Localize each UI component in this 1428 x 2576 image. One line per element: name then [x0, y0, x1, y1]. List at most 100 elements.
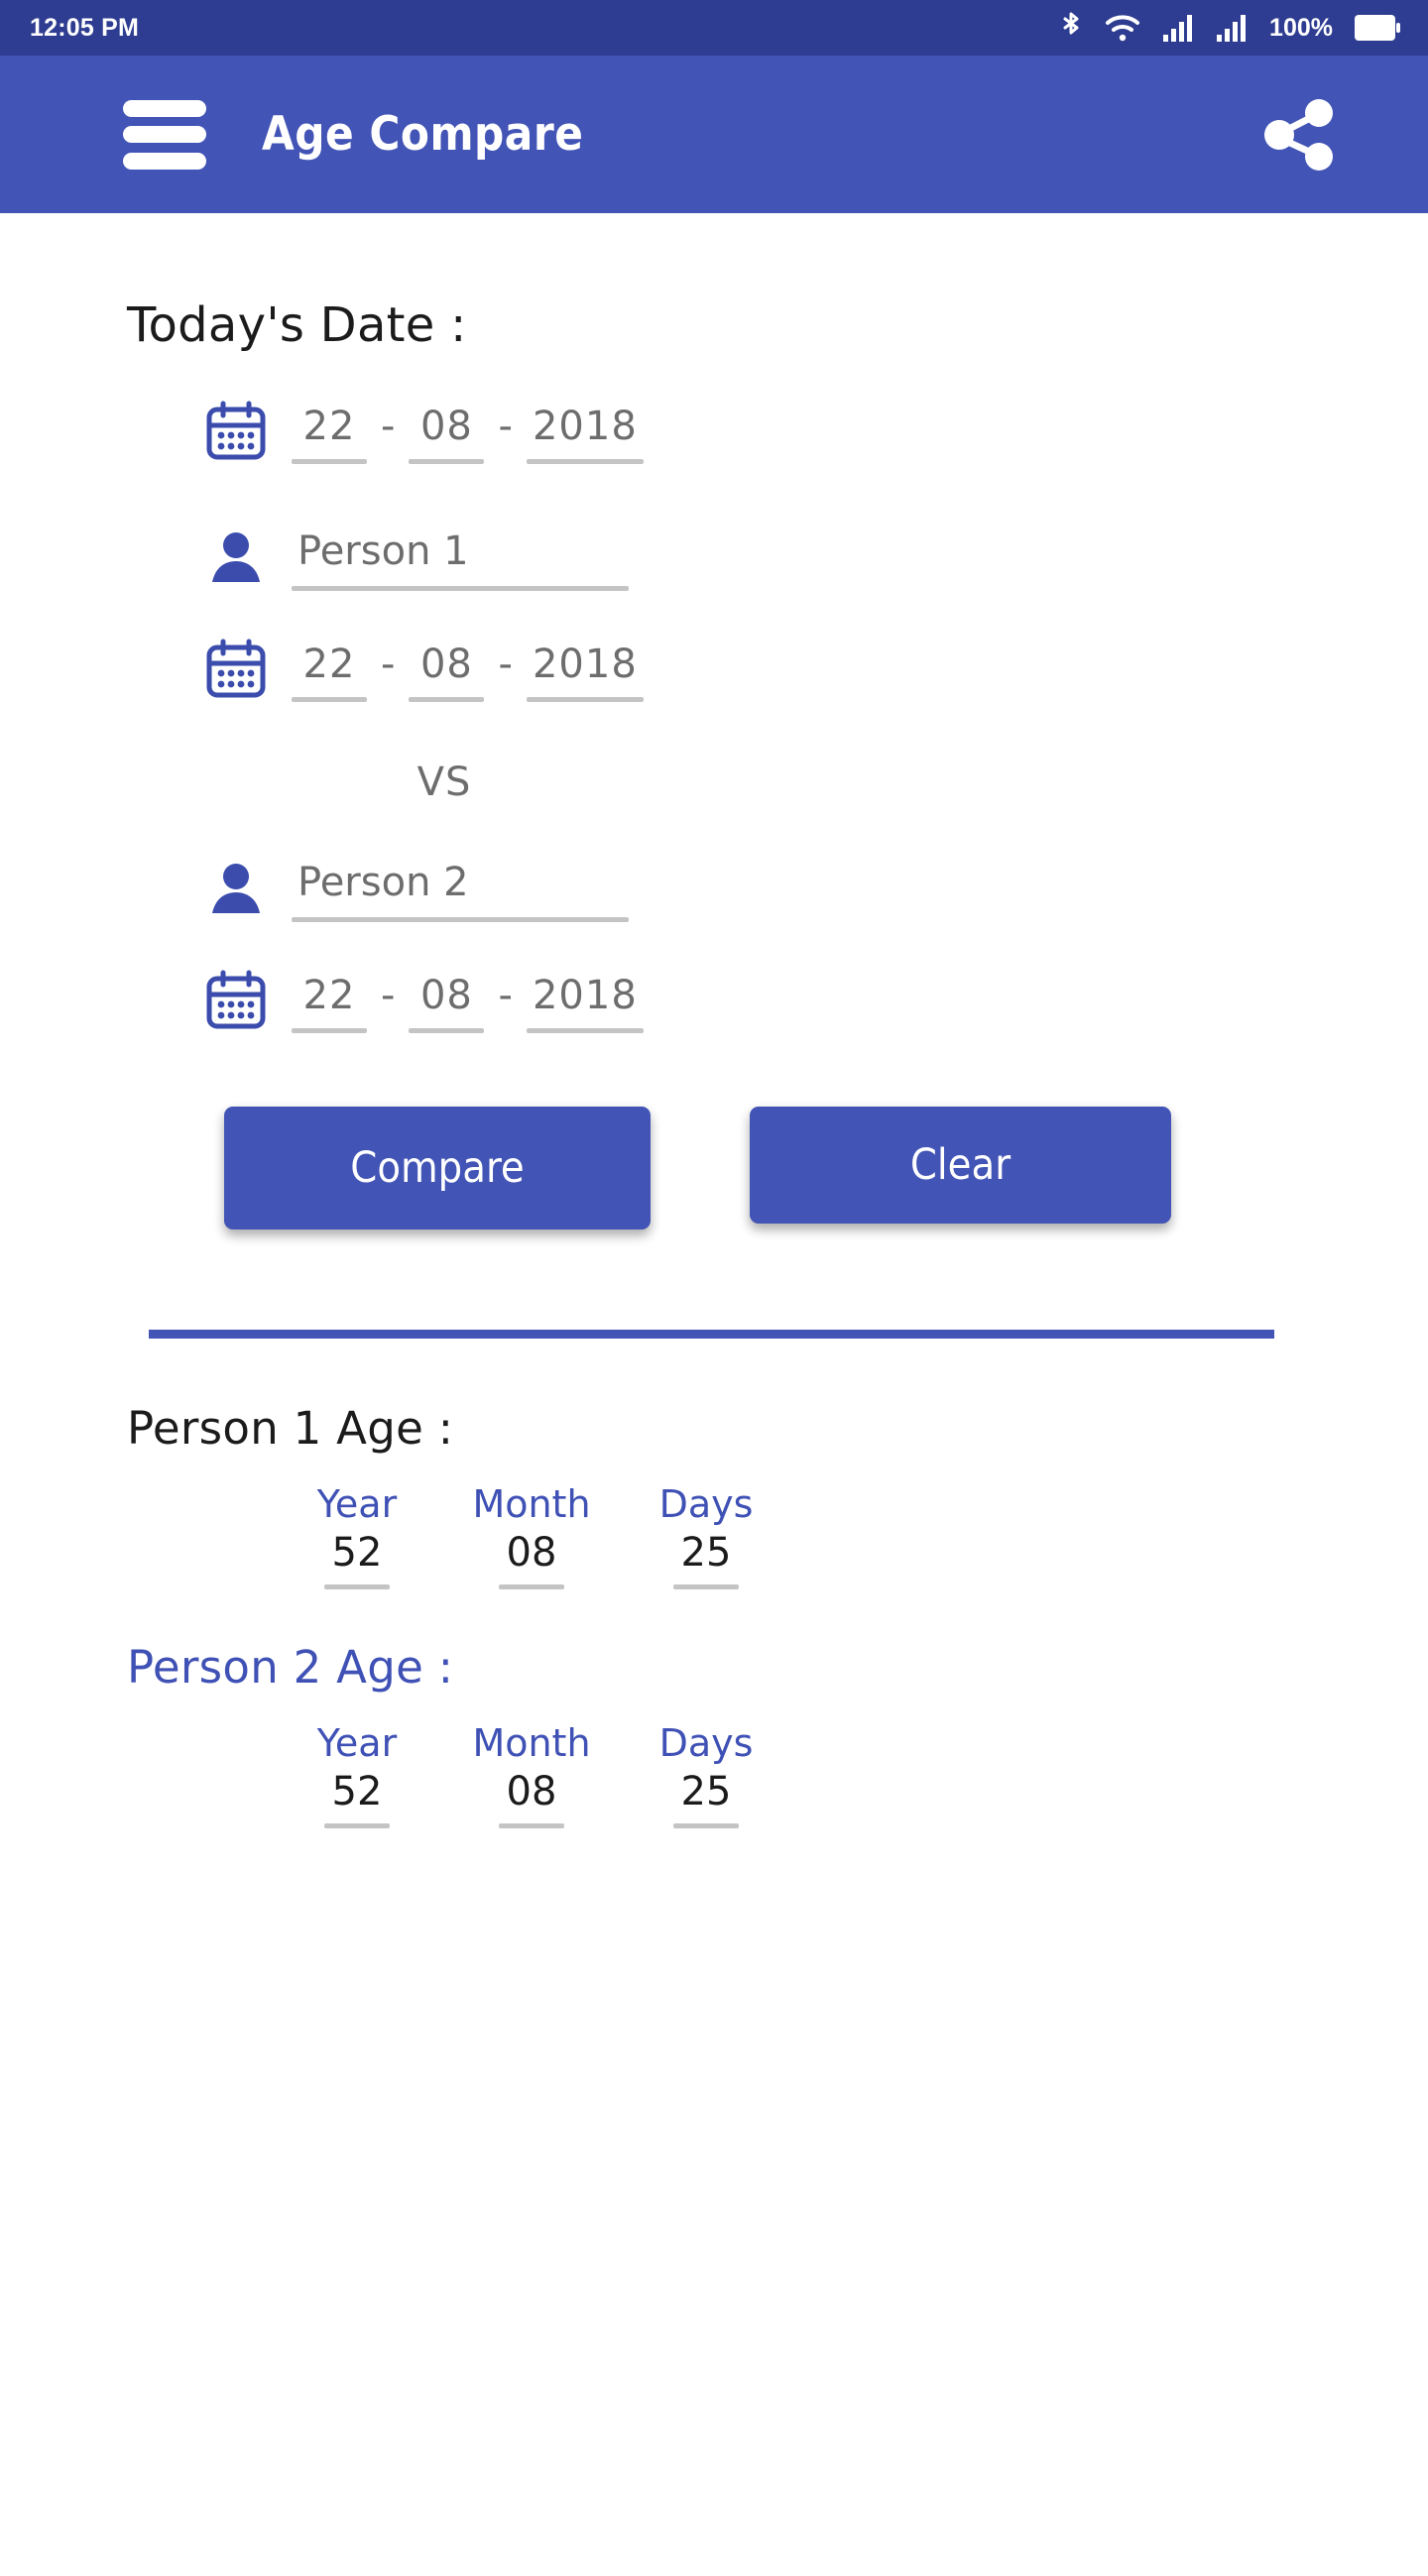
month-header: Month: [472, 1721, 591, 1765]
person1-age-days-column: Days 25: [619, 1481, 793, 1589]
days-header: Days: [658, 1721, 754, 1765]
person1-date-row: 22 - 08 - 2018: [0, 635, 1428, 702]
field-underline: [409, 459, 485, 464]
hamburger-menu-icon[interactable]: [123, 99, 206, 170]
person2-age-grid: Year 52 Month 08 Days 25: [270, 1720, 1428, 1828]
date-separator: -: [498, 642, 513, 687]
today-year-field[interactable]: 2018: [526, 403, 644, 464]
days-header: Days: [658, 1482, 754, 1526]
action-buttons: Compare Clear: [224, 1107, 1428, 1229]
wifi-icon: [1106, 15, 1140, 42]
person2-name-placeholder: Person 2: [298, 860, 469, 905]
clear-button[interactable]: Clear: [750, 1107, 1171, 1224]
person1-age-grid: Year 52 Month 08 Days 25: [270, 1481, 1428, 1589]
person1-month-value: 08: [419, 642, 473, 687]
field-underline: [673, 1584, 739, 1589]
hamburger-bar: [123, 99, 206, 117]
today-day-value: 22: [302, 404, 356, 449]
calendar-icon[interactable]: [202, 635, 270, 702]
person2-day-value: 22: [302, 973, 356, 1018]
today-month-value: 08: [419, 404, 473, 449]
today-year-value: 2018: [532, 404, 638, 449]
person1-age-year-column: Year 52: [270, 1481, 444, 1589]
person1-year-field[interactable]: 2018: [526, 641, 644, 702]
field-underline: [526, 459, 644, 464]
todays-date-row: 22 - 08 - 2018: [0, 397, 1428, 464]
date-separator: -: [498, 973, 513, 1018]
section-divider: [149, 1330, 1274, 1339]
app-bar: Age Compare: [0, 56, 1428, 213]
battery-percent-label: 100%: [1269, 13, 1333, 42]
person1-age-month-value: 08: [506, 1530, 557, 1576]
today-day-field[interactable]: 22: [292, 403, 367, 464]
person1-month-field[interactable]: 08: [409, 641, 485, 702]
field-underline: [292, 697, 367, 702]
signal-icon-2: [1217, 15, 1247, 42]
person2-day-field[interactable]: 22: [292, 972, 367, 1033]
field-underline: [292, 1028, 367, 1033]
share-icon[interactable]: [1257, 93, 1341, 176]
person1-name-row: Person 1: [0, 524, 1428, 591]
status-bar-icons: 100%: [1059, 11, 1400, 45]
main-content: Today's Date : 22 - 08 - 2018 Person 1 2…: [0, 213, 1428, 1828]
date-separator: -: [498, 404, 513, 449]
person1-age-month-column: Month 08: [444, 1481, 619, 1589]
person1-age-year-value: 52: [331, 1530, 383, 1576]
status-bar: 12:05 PM 100%: [0, 0, 1428, 56]
app-screen: 12:05 PM 100% Age Compare Today's Date:…: [0, 0, 1428, 2576]
field-underline: [292, 917, 629, 922]
signal-icon-1: [1163, 15, 1193, 42]
person-icon: [202, 855, 270, 922]
person2-age-title: Person 2 Age :: [127, 1641, 454, 1694]
field-underline: [526, 1028, 644, 1033]
person2-name-input[interactable]: Person 2: [292, 858, 629, 922]
field-underline: [499, 1823, 564, 1828]
todays-date-fields: 22 - 08 - 2018: [292, 403, 644, 464]
field-underline: [409, 697, 485, 702]
field-underline: [324, 1584, 390, 1589]
calendar-icon[interactable]: [202, 966, 270, 1033]
hamburger-bar: [123, 152, 206, 170]
person2-age-month-column: Month 08: [444, 1720, 619, 1828]
person1-name-placeholder: Person 1: [298, 528, 469, 574]
person2-month-value: 08: [419, 973, 473, 1018]
field-underline: [292, 459, 367, 464]
calendar-icon[interactable]: [202, 397, 270, 464]
field-underline: [499, 1584, 564, 1589]
date-separator: -: [381, 404, 396, 449]
person2-age-days-value: 25: [680, 1769, 732, 1815]
person2-age-year-column: Year 52: [270, 1720, 444, 1828]
versus-label: VS: [416, 760, 472, 805]
person2-month-field[interactable]: 08: [409, 972, 485, 1033]
person1-date-fields: 22 - 08 - 2018: [292, 641, 644, 702]
field-underline: [409, 1028, 485, 1033]
person2-date-fields: 22 - 08 - 2018: [292, 972, 644, 1033]
month-header: Month: [472, 1482, 591, 1526]
status-bar-time: 12:05 PM: [30, 13, 139, 42]
person2-age-days-column: Days 25: [619, 1720, 793, 1828]
person2-name-row: Person 2: [0, 855, 1428, 922]
person2-year-value: 2018: [532, 973, 638, 1018]
bluetooth-icon: [1063, 12, 1079, 35]
year-header: Year: [316, 1482, 398, 1526]
date-separator: -: [381, 973, 396, 1018]
field-underline: [292, 586, 629, 591]
todays-date-heading: Today's Date :: [127, 297, 467, 353]
field-underline: [673, 1823, 739, 1828]
date-separator: -: [381, 642, 396, 687]
person2-date-row: 22 - 08 - 2018: [0, 966, 1428, 1033]
field-underline: [526, 697, 644, 702]
app-title: Age Compare: [262, 107, 584, 162]
person2-year-field[interactable]: 2018: [526, 972, 644, 1033]
compare-button[interactable]: Compare: [224, 1107, 651, 1229]
year-header: Year: [316, 1721, 398, 1765]
battery-icon: [1355, 15, 1400, 41]
hamburger-bar: [123, 126, 206, 143]
person1-name-input[interactable]: Person 1: [292, 527, 629, 591]
today-month-field[interactable]: 08: [409, 403, 485, 464]
person1-day-field[interactable]: 22: [292, 641, 367, 702]
person1-age-title: Person 1 Age :: [127, 1402, 454, 1455]
person2-age-month-value: 08: [506, 1769, 557, 1815]
field-underline: [324, 1823, 390, 1828]
person1-age-days-value: 25: [680, 1530, 732, 1576]
